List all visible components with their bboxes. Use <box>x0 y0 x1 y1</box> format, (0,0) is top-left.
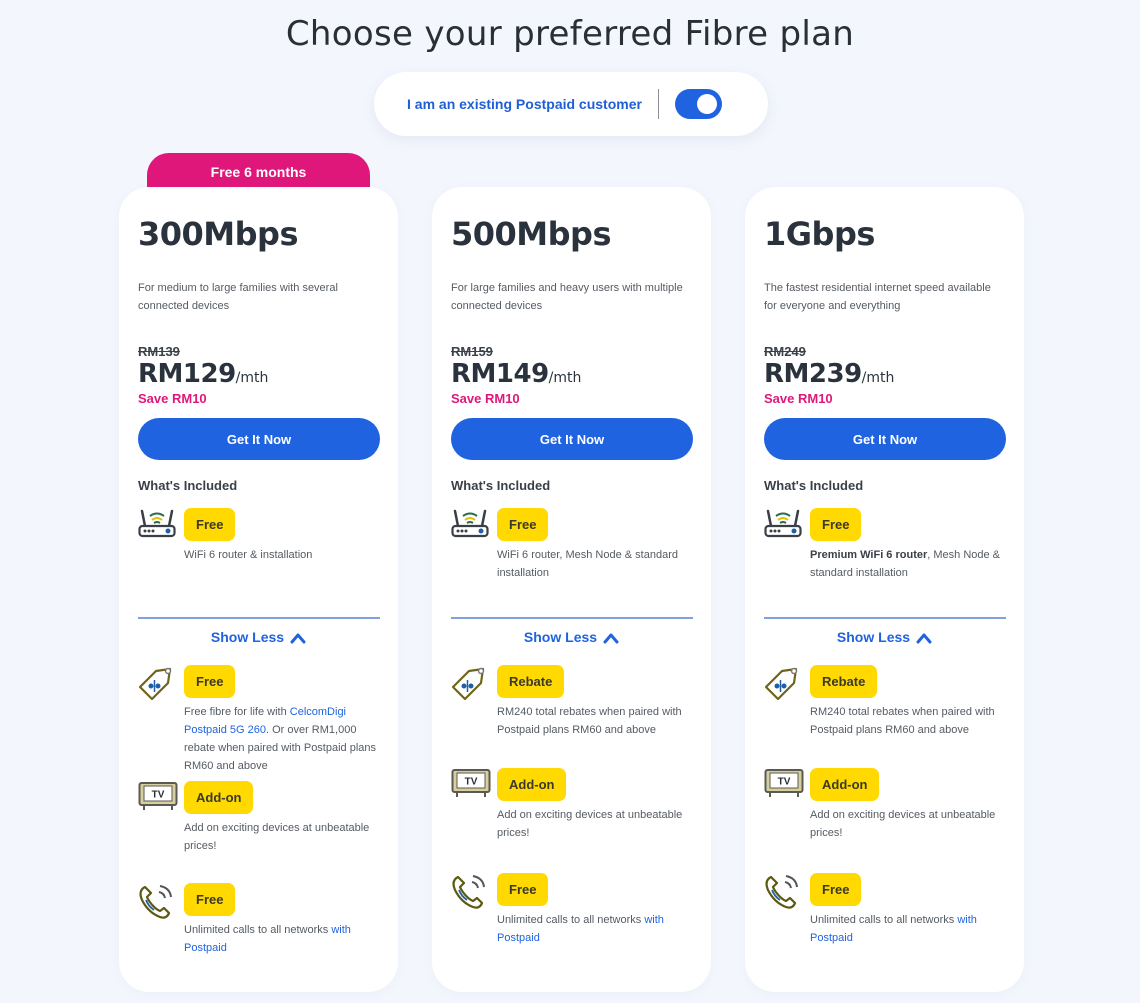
savings-label: Save RM10 <box>764 391 833 406</box>
existing-customer-label: I am an existing Postpaid customer <box>407 96 642 112</box>
plan-card-300mbps: 300Mbps For medium to large families wit… <box>119 187 398 992</box>
savings-label: Save RM10 <box>451 391 520 406</box>
router-badge: Free <box>497 508 549 541</box>
plan-description: For large families and heavy users with … <box>451 282 683 312</box>
addon-badge: Add-on <box>184 781 254 814</box>
plan-card-1gbps: 1Gbps The fastest residential internet s… <box>745 187 1024 992</box>
tv-icon: TV <box>138 781 178 817</box>
rebate-description: RM240 total rebates when paired with Pos… <box>497 706 682 736</box>
chevron-up-icon <box>916 633 932 644</box>
price-period: /mth <box>861 370 895 386</box>
router-description: Premium WiFi 6 router, Mesh Node & stand… <box>810 549 1001 579</box>
show-less-label: Show Less <box>210 629 285 645</box>
rebate-badge: Rebate <box>810 665 878 698</box>
price-amount: RM129 <box>138 359 236 389</box>
existing-customer-toggle[interactable] <box>674 89 722 119</box>
tv-icon: TV <box>451 768 491 804</box>
phone-call-icon <box>764 873 802 909</box>
router-icon <box>451 508 489 544</box>
plan-description: For medium to large families with severa… <box>138 282 338 312</box>
phone-call-icon <box>138 883 176 919</box>
price-period: /mth <box>548 370 582 386</box>
calls-badge: Free <box>497 873 549 906</box>
router-icon <box>138 508 176 544</box>
price-tag-icon <box>764 665 802 701</box>
calls-badge: Free <box>184 883 236 916</box>
calls-description: Unlimited calls to all networks with Pos… <box>810 914 977 944</box>
divider <box>657 89 659 119</box>
plan-speed: 500Mbps <box>451 215 612 253</box>
svg-text:TV: TV <box>465 777 478 788</box>
whats-included-heading: What's Included <box>451 478 551 493</box>
toggle-knob <box>696 94 717 114</box>
plan-speed: 1Gbps <box>764 215 875 253</box>
original-price: RM139 <box>138 344 180 359</box>
router-icon <box>764 508 802 544</box>
calls-badge: Free <box>810 873 862 906</box>
calls-description: Unlimited calls to all networks with Pos… <box>184 924 351 954</box>
chevron-up-icon <box>603 633 619 644</box>
addon-description: Add on exciting devices at unbeatable pr… <box>184 822 370 852</box>
show-less-label: Show Less <box>836 629 911 645</box>
plan-speed: 300Mbps <box>138 215 299 253</box>
addon-description: Add on exciting devices at unbeatable pr… <box>497 809 683 839</box>
original-price: RM249 <box>764 344 806 359</box>
addon-badge: Add-on <box>497 768 567 801</box>
calls-description: Unlimited calls to all networks with Pos… <box>497 914 664 944</box>
existing-customer-toggle-group: I am an existing Postpaid customer <box>374 72 768 136</box>
price-period: /mth <box>235 370 269 386</box>
svg-text:TV: TV <box>778 777 791 788</box>
phone-call-icon <box>451 873 489 909</box>
plan-card-500mbps: 500Mbps For large families and heavy use… <box>432 187 711 992</box>
router-description: WiFi 6 router, Mesh Node & standard inst… <box>497 549 678 579</box>
price-amount: RM149 <box>451 359 549 389</box>
plan-price: RM129/mth <box>138 359 268 389</box>
page-title: Choose your preferred Fibre plan <box>285 14 855 54</box>
router-badge: Free <box>184 508 236 541</box>
section-divider <box>451 617 693 619</box>
rebate-badge: Free <box>184 665 236 698</box>
plan-price: RM149/mth <box>451 359 581 389</box>
router-badge: Free <box>810 508 862 541</box>
whats-included-heading: What's Included <box>138 478 238 493</box>
chevron-up-icon <box>290 633 306 644</box>
original-price: RM159 <box>451 344 493 359</box>
rebate-description: RM240 total rebates when paired with Pos… <box>810 706 995 736</box>
addon-description: Add on exciting devices at unbeatable pr… <box>810 809 996 839</box>
plan-price: RM239/mth <box>764 359 894 389</box>
price-amount: RM239 <box>764 359 862 389</box>
plan-description: The fastest residential internet speed a… <box>764 282 991 312</box>
router-description: WiFi 6 router & installation <box>184 549 313 561</box>
show-less-toggle[interactable]: Show Less <box>119 629 398 645</box>
price-tag-icon <box>451 665 489 701</box>
section-divider <box>138 617 380 619</box>
tv-icon: TV <box>764 768 804 804</box>
savings-label: Save RM10 <box>138 391 207 406</box>
get-it-now-button[interactable]: Get It Now <box>138 418 380 460</box>
get-it-now-button[interactable]: Get It Now <box>764 418 1006 460</box>
svg-text:TV: TV <box>152 790 165 801</box>
rebate-badge: Rebate <box>497 665 565 698</box>
addon-badge: Add-on <box>810 768 880 801</box>
whats-included-heading: What's Included <box>764 478 864 493</box>
price-tag-icon <box>138 665 176 701</box>
show-less-label: Show Less <box>523 629 598 645</box>
section-divider <box>764 617 1006 619</box>
show-less-toggle[interactable]: Show Less <box>745 629 1024 645</box>
show-less-toggle[interactable]: Show Less <box>432 629 711 645</box>
get-it-now-button[interactable]: Get It Now <box>451 418 693 460</box>
rebate-description: Free fibre for life with CelcomDigi Post… <box>184 706 377 772</box>
